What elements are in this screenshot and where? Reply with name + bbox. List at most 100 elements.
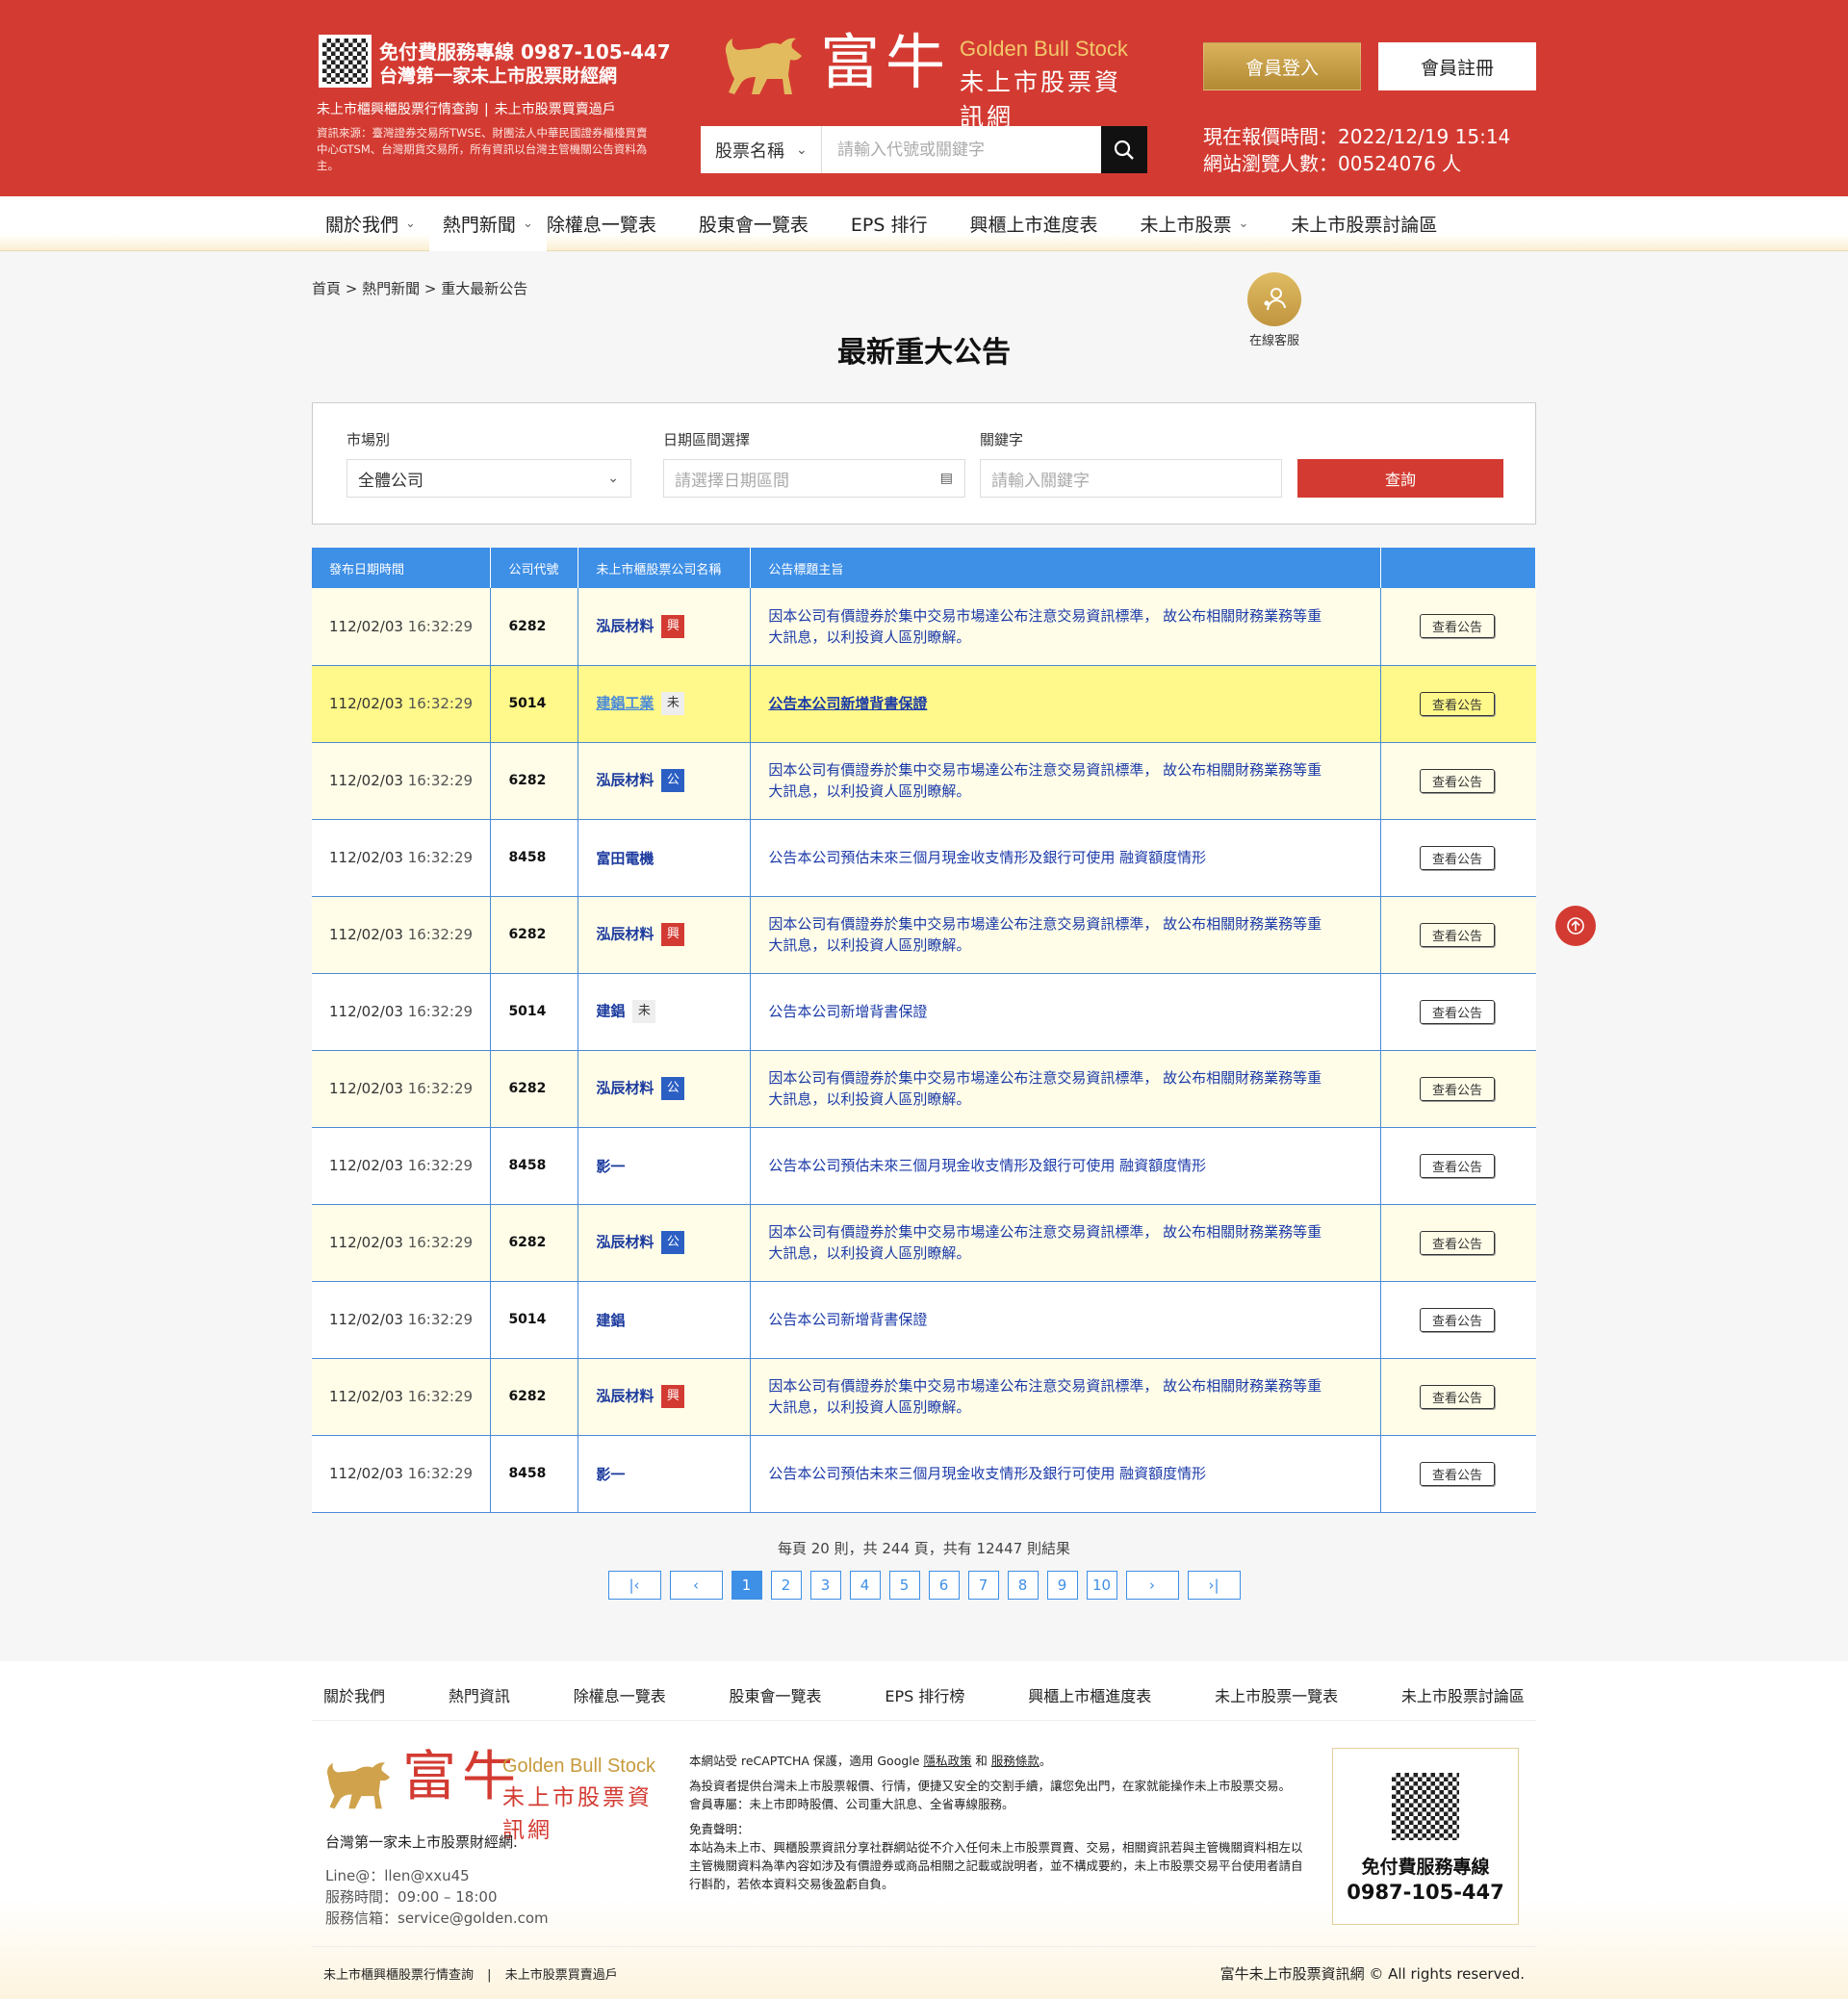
cell-subject: 公告本公司新增背書保證 [750, 973, 1382, 1051]
page-number-button[interactable]: 4 [849, 1571, 881, 1600]
nav-forum[interactable]: 未上市股票討論區 [1262, 196, 1450, 251]
view-announcement-button[interactable]: 查看公告 [1420, 614, 1496, 639]
footer-logo[interactable]: 富牛 Golden Bull Stock 未上市股票資訊網 [323, 1746, 670, 1843]
table-row[interactable]: 112/02/03 16:32:29 6282 泓辰材料興因本公司有價證券於集中交易… [312, 588, 1536, 666]
subject-link[interactable]: 公告本公司新增背書保證 [768, 1001, 1380, 1022]
view-announcement-button[interactable]: 查看公告 [1420, 1153, 1496, 1178]
table-row[interactable]: 112/02/03 16:32:29 8458 影一 公告本公司預估未來三個月現金收支… [312, 1435, 1536, 1513]
breadcrumb[interactable]: 首頁 > 熱門新聞 > 重大最新公告 [312, 278, 527, 298]
subject-link[interactable]: 因本公司有價證券於集中交易市場達公布注意交易資訊標準， 故公布相關財務業務等重大… [768, 1067, 1380, 1110]
terms-link[interactable]: 服務條款 [991, 1754, 1040, 1768]
last-page-button[interactable]: ›| [1187, 1571, 1241, 1600]
site-logo[interactable]: 富牛 Golden Bull Stock 未上市股票資訊網 [721, 27, 1135, 131]
company-link[interactable]: 富田電機 [596, 850, 654, 867]
footer-nav-item[interactable]: 興櫃上市櫃進度表 [1028, 1683, 1151, 1720]
search-button[interactable] [1101, 126, 1147, 173]
subject-link[interactable]: 因本公司有價證券於集中交易市場達公布注意交易資訊標準， 故公布相關財務業務等重大… [768, 913, 1380, 956]
first-page-button[interactable]: |‹ [607, 1571, 661, 1600]
view-announcement-button[interactable]: 查看公告 [1420, 845, 1496, 870]
table-row[interactable]: 112/02/03 16:32:29 6282 泓辰材料公因本公司有價證券於集中交易… [312, 742, 1536, 820]
page-number-button[interactable]: 6 [928, 1571, 960, 1600]
table-row[interactable]: 112/02/03 16:32:29 6282 泓辰材料公因本公司有價證券於集中交易… [312, 1050, 1536, 1128]
login-button[interactable]: 會員登入 [1203, 42, 1361, 90]
subject-link[interactable]: 公告本公司預估未來三個月現金收支情形及銀行可使用 融資額度情形 [768, 1463, 1380, 1484]
view-announcement-button[interactable]: 查看公告 [1420, 1230, 1496, 1255]
subject-link[interactable]: 公告本公司新增背書保證 [768, 1309, 1380, 1330]
table-row[interactable]: 112/02/03 16:32:29 8458 影一 公告本公司預估未來三個月現金收支… [312, 1127, 1536, 1205]
subject-link[interactable]: 公告本公司預估未來三個月現金收支情形及銀行可使用 融資額度情形 [768, 1155, 1380, 1176]
view-announcement-button[interactable]: 查看公告 [1420, 768, 1496, 793]
company-link[interactable]: 泓辰材料 [596, 1234, 654, 1251]
privacy-link[interactable]: 隱私政策 [923, 1754, 971, 1768]
table-row[interactable]: 112/02/03 16:32:29 6282 泓辰材料興因本公司有價證券於集中交易… [312, 896, 1536, 974]
table-row[interactable]: 112/02/03 16:32:29 8458 富田電機 公告本公司預估未來三個月現金… [312, 819, 1536, 897]
view-announcement-button[interactable]: 查看公告 [1420, 691, 1496, 716]
date-range-input[interactable]: 請選擇日期區間 ▤ [663, 459, 965, 498]
nav-shareholder-meeting[interactable]: 股東會一覽表 [670, 196, 822, 251]
next-page-button[interactable]: › [1125, 1571, 1179, 1600]
subject-link[interactable]: 因本公司有價證券於集中交易市場達公布注意交易資訊標準， 故公布相關財務業務等重大… [768, 1375, 1380, 1418]
quote-query-link[interactable]: 未上市櫃興櫃股票行情查詢 [323, 1968, 474, 1983]
keyword-input[interactable]: 請輸入關鍵字 [980, 459, 1282, 498]
transfer-link[interactable]: 未上市股票買賣過戶 [495, 102, 616, 117]
subject-link[interactable]: 公告本公司預估未來三個月現金收支情形及銀行可使用 融資額度情形 [768, 847, 1380, 868]
company-link[interactable]: 建錩 [596, 1312, 625, 1329]
company-link[interactable]: 影一 [596, 1158, 625, 1175]
footer-nav-item[interactable]: 未上市股票討論區 [1401, 1683, 1525, 1720]
search-input[interactable] [822, 128, 1101, 171]
nav-ex-dividend[interactable]: 除權息一覽表 [547, 196, 670, 251]
prev-page-button[interactable]: ‹ [669, 1571, 723, 1600]
view-announcement-button[interactable]: 查看公告 [1420, 1307, 1496, 1332]
company-link[interactable]: 泓辰材料 [596, 926, 654, 943]
view-announcement-button[interactable]: 查看公告 [1420, 922, 1496, 947]
subject-link[interactable]: 公告本公司新增背書保證 [768, 693, 1380, 714]
footer-nav-item[interactable]: EPS 排行榜 [885, 1683, 964, 1720]
table-row[interactable]: 112/02/03 16:32:29 5014 建錩未公告本公司新增背書保證 查看公告 [312, 973, 1536, 1051]
page-number-button[interactable]: 3 [809, 1571, 841, 1600]
nav-listing-progress[interactable]: 興櫃上市進度表 [940, 196, 1111, 251]
table-row[interactable]: 112/02/03 16:32:29 6282 泓辰材料公因本公司有價證券於集中交易… [312, 1204, 1536, 1282]
nav-about[interactable]: 關於我們 ⌄ [312, 196, 429, 251]
market-select[interactable]: 全體公司 ⌄ [346, 459, 631, 498]
quote-query-link[interactable]: 未上市櫃興櫃股票行情查詢 [317, 102, 478, 117]
company-link[interactable]: 泓辰材料 [596, 1388, 654, 1405]
table-row[interactable]: 112/02/03 16:32:29 5014 建錩工業未公告本公司新增背書保證 查看… [312, 665, 1536, 743]
company-link[interactable]: 泓辰材料 [596, 617, 654, 634]
company-link[interactable]: 建錩工業 [596, 695, 654, 712]
transfer-link[interactable]: 未上市股票買賣過戶 [505, 1968, 618, 1983]
subject-link[interactable]: 因本公司有價證券於集中交易市場達公布注意交易資訊標準， 故公布相關財務業務等重大… [768, 1221, 1380, 1264]
view-announcement-button[interactable]: 查看公告 [1420, 1461, 1496, 1486]
view-announcement-button[interactable]: 查看公告 [1420, 1384, 1496, 1409]
search-type-select[interactable]: 股票名稱 ⌄ [701, 126, 822, 173]
company-link[interactable]: 影一 [596, 1466, 625, 1483]
footer-nav-item[interactable]: 股東會一覽表 [730, 1683, 822, 1720]
view-announcement-button[interactable]: 查看公告 [1420, 1076, 1496, 1101]
page-number-button[interactable]: 9 [1046, 1571, 1078, 1600]
company-link[interactable]: 泓辰材料 [596, 1080, 654, 1097]
page-number-button[interactable]: 1 [731, 1571, 762, 1600]
back-to-top-button[interactable] [1555, 906, 1596, 946]
footer-nav-item[interactable]: 關於我們 [323, 1683, 385, 1720]
subject-link[interactable]: 因本公司有價證券於集中交易市場達公布注意交易資訊標準， 故公布相關財務業務等重大… [768, 759, 1380, 802]
register-button[interactable]: 會員註冊 [1378, 42, 1536, 90]
footer-nav-item[interactable]: 除權息一覽表 [574, 1683, 666, 1720]
table-row[interactable]: 112/02/03 16:32:29 6282 泓辰材料興因本公司有價證券於集中交易… [312, 1358, 1536, 1436]
page-number-button[interactable]: 8 [1007, 1571, 1039, 1600]
table-row[interactable]: 112/02/03 16:32:29 5014 建錩 公告本公司新增背書保證 查看公告 [312, 1281, 1536, 1359]
query-button[interactable]: 查詢 [1297, 459, 1503, 498]
company-link[interactable]: 泓辰材料 [596, 772, 654, 789]
nav-unlisted-stocks[interactable]: 未上市股票 ⌄ [1111, 196, 1262, 251]
page-number-button[interactable]: 2 [770, 1571, 802, 1600]
page-number-button[interactable]: 7 [967, 1571, 999, 1600]
footer-nav-item[interactable]: 未上市股票一覽表 [1215, 1683, 1338, 1720]
nav-hot-news[interactable]: 熱門新聞 ⌄ [428, 193, 547, 251]
page-number-button[interactable]: 10 [1086, 1571, 1117, 1600]
page-number-button[interactable]: 5 [888, 1571, 920, 1600]
logo-subtitle: 未上市股票資訊網 [502, 1785, 653, 1843]
subject-link[interactable]: 因本公司有價證券於集中交易市場達公布注意交易資訊標準， 故公布相關財務業務等重大… [768, 605, 1380, 648]
nav-eps-rank[interactable]: EPS 排行 [822, 196, 941, 251]
view-announcement-button[interactable]: 查看公告 [1420, 999, 1496, 1024]
footer-nav-item[interactable]: 熱門資訊 [449, 1683, 510, 1720]
col-action [1380, 548, 1536, 588]
company-link[interactable]: 建錩 [596, 1003, 625, 1020]
